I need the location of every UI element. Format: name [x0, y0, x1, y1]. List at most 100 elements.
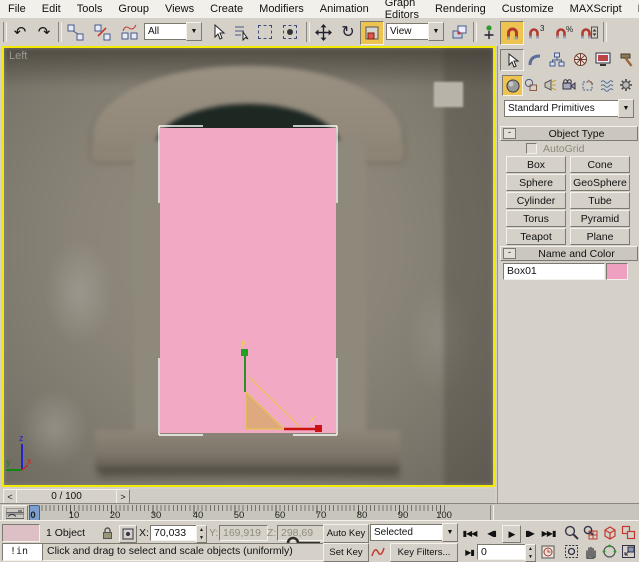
x-coordinate-spinner[interactable]: ▲ ▼ [196, 525, 207, 543]
key-filters-button[interactable]: Key Filters... [390, 543, 458, 562]
menu-create[interactable]: Create [202, 2, 251, 16]
menu-edit[interactable]: Edit [34, 2, 69, 16]
object-type-tube-button[interactable]: Tube [570, 192, 630, 209]
spinner-snap-toggle-button[interactable] [578, 21, 600, 43]
current-frame-input[interactable]: 0 [477, 544, 528, 560]
menu-rendering[interactable]: Rendering [427, 2, 494, 16]
object-color-swatch[interactable] [606, 263, 628, 280]
gizmo-y-handle[interactable] [241, 349, 248, 356]
object-type-box-button[interactable]: Box [506, 156, 566, 173]
name-color-rollout-header[interactable]: - Name and Color [500, 246, 638, 261]
tab-hierarchy[interactable] [546, 49, 568, 69]
next-frame-button[interactable]: ▮▶ [521, 525, 538, 541]
default-in-out-tangents-button[interactable] [370, 543, 386, 560]
time-slider-next-button[interactable]: > [116, 489, 130, 504]
tab-display[interactable] [592, 49, 614, 69]
tab-create[interactable] [500, 49, 524, 71]
undo-button[interactable]: ↶ [9, 21, 31, 43]
viewport-label[interactable]: Left [9, 50, 27, 62]
bind-to-space-warp-button[interactable] [118, 21, 140, 43]
scale-gizmo-plane[interactable] [246, 392, 284, 429]
object-type-geosphere-button[interactable]: GeoSphere [570, 174, 630, 191]
create-geometry-button[interactable] [502, 75, 523, 96]
select-object-button[interactable] [207, 21, 229, 43]
mini-listener-field[interactable]: !in [2, 543, 47, 561]
create-spacewarps-button[interactable] [597, 75, 616, 94]
track-bar[interactable]: 0 10 20 30 40 50 60 70 80 90 100 [0, 503, 639, 521]
use-pivot-point-center-button[interactable] [448, 21, 470, 43]
object-type-cone-button[interactable]: Cone [570, 156, 630, 173]
object-type-teapot-button[interactable]: Teapot [506, 228, 566, 245]
select-by-name-button[interactable] [230, 21, 252, 43]
previous-frame-button[interactable]: ◀▮ [483, 525, 500, 541]
menu-tools[interactable]: Tools [69, 2, 111, 16]
y-coordinate-input[interactable]: 169,919 [219, 525, 268, 541]
autogrid-checkbox[interactable] [526, 143, 537, 154]
menu-help[interactable]: Help [630, 2, 639, 16]
frame-spinner[interactable]: ▲ ▼ [525, 544, 536, 562]
menu-group[interactable]: Group [110, 2, 157, 16]
object-type-plane-button[interactable]: Plane [570, 228, 630, 245]
select-and-manipulate-button[interactable] [478, 21, 500, 43]
zoom-extents-button[interactable] [601, 524, 618, 541]
time-configuration-button[interactable] [540, 544, 556, 560]
menu-animation[interactable]: Animation [312, 2, 377, 16]
select-and-scale-button[interactable] [360, 21, 384, 45]
unlink-selection-button[interactable] [91, 21, 113, 43]
create-cameras-button[interactable] [559, 75, 578, 94]
key-mode-toggle-button[interactable]: ▶▮ [461, 544, 478, 560]
rectangular-selection-region-button[interactable] [254, 21, 276, 43]
select-and-move-button[interactable] [312, 21, 334, 43]
create-lights-button[interactable] [540, 75, 559, 94]
absolute-offset-mode-button[interactable] [119, 525, 137, 543]
window-crossing-toggle-button[interactable] [279, 21, 301, 43]
object-type-rollout-header[interactable]: - Object Type [500, 126, 638, 141]
selection-filter-dropdown[interactable]: All ▼ [144, 23, 202, 40]
go-to-start-button[interactable]: ▮◀◀ [461, 525, 478, 541]
redo-button[interactable]: ↷ [33, 21, 55, 43]
arc-rotate-button[interactable] [601, 543, 618, 560]
menu-modifiers[interactable]: Modifiers [251, 2, 312, 16]
menu-views[interactable]: Views [157, 2, 202, 16]
select-and-rotate-button[interactable]: ↻ [337, 21, 359, 43]
reference-coordinate-system-dropdown[interactable]: View ▼ [386, 23, 444, 40]
menu-customize[interactable]: Customize [494, 2, 562, 16]
create-helpers-button[interactable] [578, 75, 597, 94]
create-systems-button[interactable] [616, 75, 635, 94]
object-type-pyramid-button[interactable]: Pyramid [570, 210, 630, 227]
play-animation-button[interactable]: ▶ [502, 525, 521, 543]
snaps-toggle-button[interactable] [500, 21, 524, 45]
zoom-all-button[interactable] [582, 524, 599, 541]
primitive-category-dropdown[interactable]: Standard Primitives ▼ [504, 100, 634, 117]
zoom-button[interactable] [563, 524, 580, 541]
macro-recorder-field[interactable] [2, 524, 40, 542]
create-shapes-button[interactable] [521, 75, 540, 94]
auto-key-button[interactable]: Auto Key [323, 524, 369, 543]
key-filter-selection-dropdown[interactable]: Selected ▼ [370, 524, 458, 541]
scale-gizmo[interactable]: y x [240, 338, 322, 432]
time-slider-track[interactable]: < 0 / 100 > [2, 489, 495, 503]
tab-modify[interactable] [523, 49, 545, 69]
viewport-left[interactable]: y x z y x Left [2, 46, 495, 487]
menu-maxscript[interactable]: MAXScript [562, 2, 630, 16]
go-to-end-button[interactable]: ▶▶▮ [540, 525, 557, 541]
angle-snap-toggle-button[interactable]: 3 [525, 21, 547, 43]
object-type-torus-button[interactable]: Torus [506, 210, 566, 227]
gizmo-x-handle[interactable] [315, 425, 322, 432]
min-max-toggle-button[interactable] [620, 543, 637, 560]
object-type-cylinder-button[interactable]: Cylinder [506, 192, 566, 209]
select-and-link-button[interactable] [64, 21, 86, 43]
zoom-extents-all-button[interactable] [620, 524, 637, 541]
pan-view-button[interactable] [582, 543, 599, 560]
object-type-sphere-button[interactable]: Sphere [506, 174, 566, 191]
time-slider-handle[interactable]: 0 / 100 [16, 489, 117, 504]
object-name-input[interactable]: Box01 [503, 263, 605, 280]
region-zoom-button[interactable] [563, 543, 580, 560]
x-coordinate-input[interactable]: 70,033 [150, 525, 199, 541]
tab-utilities[interactable] [615, 49, 637, 69]
menu-file[interactable]: File [0, 2, 34, 16]
percent-snap-toggle-button[interactable]: % [552, 21, 574, 43]
set-key-button[interactable]: Set Key [323, 543, 369, 562]
time-slider-prev-button[interactable]: < [3, 489, 17, 504]
selection-lock-toggle-button[interactable] [100, 525, 115, 541]
